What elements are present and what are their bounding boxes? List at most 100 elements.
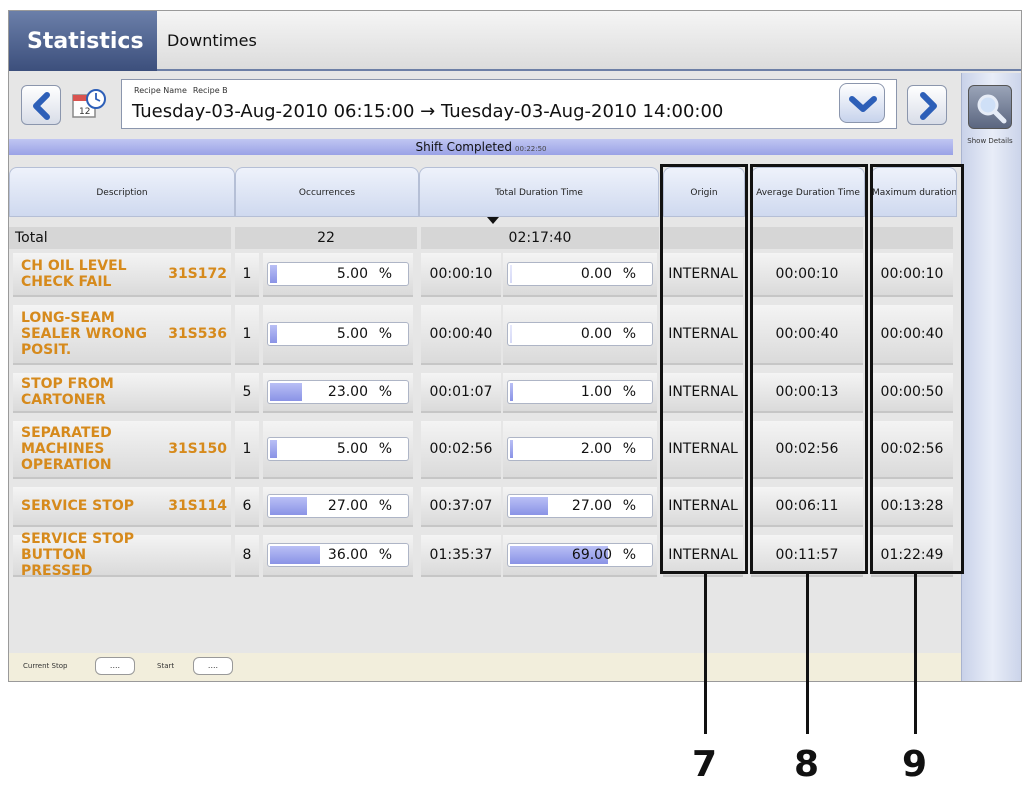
- percent-unit: %: [622, 326, 636, 342]
- duration-percent: 0.00: [580, 326, 612, 342]
- previous-shift-button[interactable]: [21, 85, 61, 125]
- footer-bar: Current Stop .... Start ....: [9, 653, 961, 681]
- occurrence-percent: 23.00: [327, 384, 368, 400]
- duration-percent: 27.00: [571, 498, 612, 514]
- recipe-name: Recipe B: [192, 86, 228, 95]
- total-duration: 02:17:40: [421, 227, 659, 249]
- percent-unit: %: [622, 441, 636, 457]
- total-duration: 00:00:40: [421, 305, 501, 365]
- occurrence-percent-box: 36.00%: [267, 543, 409, 567]
- occurrence-count: 5: [235, 373, 259, 413]
- row-description: SERVICE STOP 31S114: [13, 487, 231, 527]
- total-occurrences: 22: [235, 227, 417, 249]
- callout-line-8: [806, 574, 809, 734]
- magnifier-icon: [977, 94, 1007, 124]
- next-shift-button[interactable]: [907, 85, 947, 125]
- description-text: CH OIL LEVEL CHECK FAIL: [21, 258, 127, 290]
- duration-percent-cell: 2.00%: [503, 421, 657, 479]
- total-duration: 00:00:10: [421, 253, 501, 297]
- start-label: Start: [157, 662, 175, 670]
- description-text: STOP FROM CARTONER: [21, 376, 114, 408]
- duration-percent-cell: 0.00%: [503, 253, 657, 297]
- downtime-code: 31S114: [168, 498, 227, 514]
- occurrence-percent-bar: [270, 325, 277, 343]
- highlight-frame-maximum: [870, 164, 964, 574]
- occurrence-percent-box: 23.00%: [267, 380, 409, 404]
- duration-percent-box: 0.00%: [507, 262, 653, 286]
- percent-unit: %: [378, 266, 392, 282]
- recipe-selector[interactable]: Recipe Name Recipe B Tuesday-03-Aug-2010 …: [121, 79, 897, 129]
- callout-9: 9: [902, 744, 928, 785]
- row-description: SERVICE STOP BUTTON PRESSED: [13, 531, 231, 579]
- duration-percent-box: 27.00%: [507, 494, 653, 518]
- duration-percent-cell: 27.00%: [503, 487, 657, 527]
- occurrence-percent: 36.00: [327, 547, 368, 563]
- row-description: STOP FROM CARTONER: [13, 373, 231, 413]
- duration-percent: 1.00: [580, 384, 612, 400]
- occurrence-percent-bar: [270, 383, 302, 401]
- occurrence-percent-cell: 5.00%: [263, 305, 413, 365]
- duration-percent-box: 1.00%: [507, 380, 653, 404]
- column-occurrences[interactable]: Occurrences: [235, 167, 419, 217]
- tab-statistics[interactable]: Statistics: [9, 11, 157, 71]
- duration-percent-bar: [510, 497, 549, 515]
- occurrence-percent-box: 5.00%: [267, 322, 409, 346]
- shift-status: Shift Completed: [415, 140, 513, 154]
- highlight-frame-origin: [660, 164, 748, 574]
- callout-line-9: [914, 574, 917, 734]
- highlight-frame-average: [750, 164, 868, 574]
- callout-8: 8: [794, 744, 820, 785]
- occurrence-percent-bar: [270, 265, 277, 283]
- occurrence-percent-cell: 23.00%: [263, 373, 413, 413]
- total-duration: 00:02:56: [421, 421, 501, 479]
- column-total-duration[interactable]: Total Duration Time: [419, 167, 659, 217]
- duration-percent-box: 2.00%: [507, 437, 653, 461]
- occurrence-percent-cell: 5.00%: [263, 421, 413, 479]
- tab-downtimes[interactable]: Downtimes: [167, 31, 257, 50]
- percent-unit: %: [378, 547, 392, 563]
- occurrence-percent-box: 5.00%: [267, 437, 409, 461]
- svg-text:12: 12: [79, 107, 90, 117]
- percent-unit: %: [378, 441, 392, 457]
- show-details-label: Show Details: [967, 137, 1013, 145]
- row-description: SEPARATED MACHINES OPERATION 31S150: [13, 421, 231, 479]
- description-text: SERVICE STOP BUTTON PRESSED: [21, 531, 134, 579]
- percent-unit: %: [622, 384, 636, 400]
- total-duration: 01:35:37: [421, 535, 501, 577]
- total-duration: 00:01:07: [421, 373, 501, 413]
- duration-percent-bar: [510, 383, 513, 401]
- calendar-clock-icon[interactable]: 12: [69, 87, 109, 123]
- occurrence-percent: 5.00: [336, 266, 368, 282]
- current-stop-label: Current Stop: [23, 662, 68, 670]
- recipe-label: Recipe Name: [134, 86, 187, 95]
- current-stop-button[interactable]: ....: [95, 657, 135, 675]
- duration-percent-bar: [510, 325, 512, 343]
- percent-unit: %: [622, 547, 636, 563]
- duration-percent-cell: 0.00%: [503, 305, 657, 365]
- percent-unit: %: [622, 266, 636, 282]
- occurrence-percent: 5.00: [336, 441, 368, 457]
- occurrence-count: 8: [235, 535, 259, 577]
- side-panel: Show Details: [961, 73, 1021, 681]
- downtime-code: 31S150: [168, 441, 227, 457]
- downtime-code: 31S172: [168, 266, 227, 282]
- column-description[interactable]: Description: [9, 167, 235, 217]
- percent-unit: %: [378, 326, 392, 342]
- occurrence-count: 1: [235, 305, 259, 365]
- occurrence-percent: 27.00: [327, 498, 368, 514]
- occurrence-percent: 5.00: [336, 326, 368, 342]
- occurrence-count: 1: [235, 421, 259, 479]
- downtime-code: 31S536: [168, 326, 227, 342]
- duration-percent: 0.00: [580, 266, 612, 282]
- start-button[interactable]: ....: [193, 657, 233, 675]
- total-duration: 00:37:07: [421, 487, 501, 527]
- show-details-button[interactable]: [968, 85, 1012, 129]
- date-range: Tuesday-03-Aug-2010 06:15:00 → Tuesday-0…: [132, 101, 724, 122]
- dropdown-button[interactable]: [839, 83, 885, 123]
- duration-percent: 69.00: [571, 547, 612, 563]
- tab-bar: Statistics Downtimes: [9, 11, 1021, 71]
- shift-status-bar: Shift Completed 00:22:50: [9, 139, 953, 155]
- occurrence-percent-bar: [270, 497, 308, 515]
- total-label: Total: [9, 227, 231, 249]
- duration-percent-cell: 1.00%: [503, 373, 657, 413]
